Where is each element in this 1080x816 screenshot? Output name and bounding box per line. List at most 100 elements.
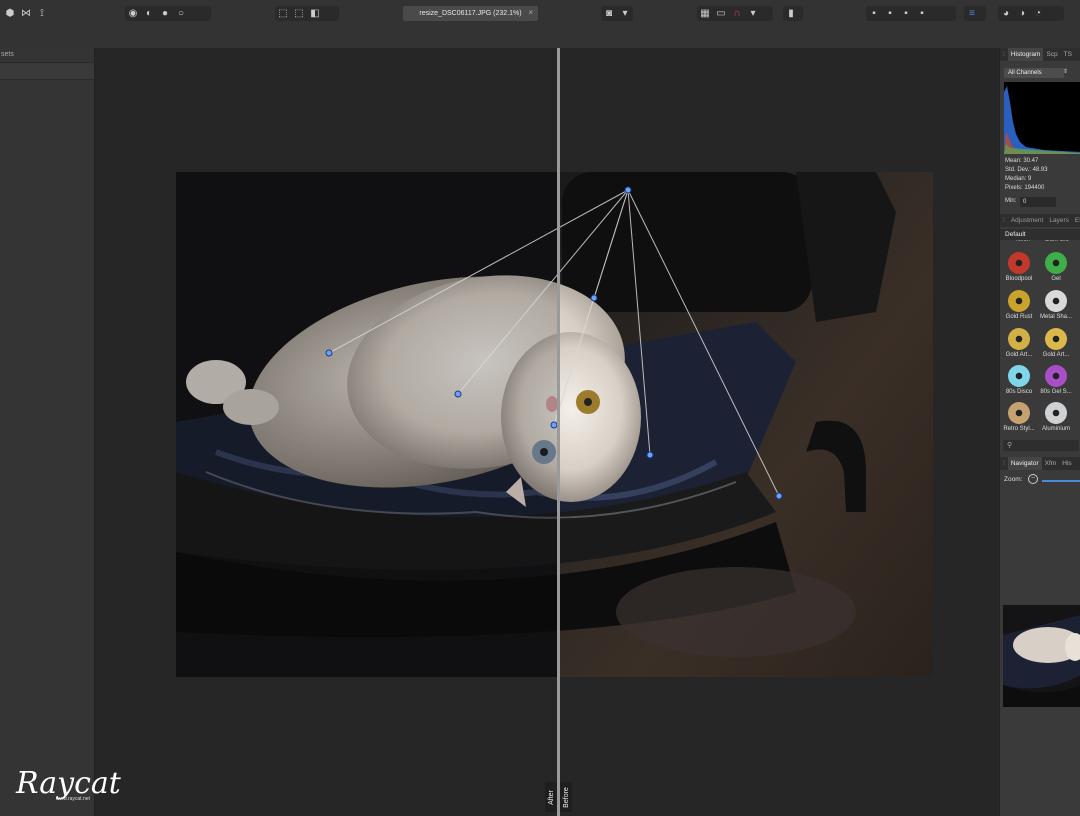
preset-gel[interactable]: Gel	[1038, 252, 1074, 282]
assistant-icon[interactable]: ▮	[783, 6, 799, 21]
persona-group: ⬢ ⋈ ⟟	[2, 6, 62, 21]
histogram-stats: Mean: 30.47 Std. Dev.: 48.93 Median: 9 P…	[1005, 157, 1048, 193]
arrange-backward-icon[interactable]: ▪	[898, 6, 914, 21]
close-icon[interactable]: ×	[528, 8, 533, 17]
preset-search-input[interactable]: ⚲	[1003, 440, 1079, 451]
watermark-url: www.raycat.net	[56, 796, 90, 802]
mask-group: ◙ ▾	[601, 6, 633, 21]
contrast-icon[interactable]: ◐	[141, 6, 157, 21]
preset-bloodpool[interactable]: Bloodpool	[1001, 252, 1037, 282]
zoom-label: Zoom:	[1004, 476, 1023, 483]
zoom-out-icon[interactable]: −	[1028, 474, 1038, 484]
arrange-group: ▪ ▪ ▪ ▪	[866, 6, 956, 21]
preset-gold-art-2[interactable]: Gold Art...	[1038, 328, 1074, 358]
preset-cutoff-neon: Neon	[1015, 240, 1031, 243]
context-toolbar	[0, 28, 1080, 48]
white-balance-icon[interactable]: ○	[173, 6, 189, 21]
align-icon[interactable]: ≡	[964, 6, 980, 21]
preset-80s-disco[interactable]: 80s Disco	[1001, 365, 1037, 395]
tab-ts[interactable]: TS	[1061, 51, 1075, 58]
marquee-icon[interactable]: ⬚	[275, 6, 291, 21]
top-toolbar: ⬢ ⋈ ⟟ ◉ ◐ ● ○ ⬚ ⬚ ◧ resize_DSC06117.JPG …	[0, 0, 1080, 28]
preset-gold-art-1[interactable]: Gold Art...	[1001, 328, 1037, 358]
selection-group: ⬚ ⬚ ◧	[275, 6, 339, 21]
histogram-graph	[1004, 82, 1080, 154]
presets-tab[interactable]: sets	[0, 48, 95, 63]
after-label: After	[545, 782, 557, 812]
document-title: resize_DSC06117.JPG (232.1%)	[419, 10, 522, 17]
photo-canvas[interactable]	[176, 172, 933, 677]
preset-retro-style[interactable]: Retro Styl...	[1001, 402, 1037, 432]
tab-navigator[interactable]: Navigator	[1007, 457, 1042, 470]
gear-icon	[1008, 252, 1030, 274]
gear-icon	[1008, 328, 1030, 350]
tab-adjustment[interactable]: Adjustment	[1008, 217, 1047, 224]
liquify-persona-icon[interactable]: ⋈	[18, 6, 34, 21]
preset-cutoff-dark-glow: Dark Glo	[1045, 240, 1069, 243]
arrange-forward-icon[interactable]: ▪	[882, 6, 898, 21]
hsl-icon[interactable]: ●	[157, 6, 173, 21]
min-label: Min:	[1005, 198, 1017, 204]
stack-icon[interactable]: ◑	[1014, 6, 1030, 21]
snapping-icon[interactable]: ∩	[729, 6, 745, 21]
document-tab[interactable]: resize_DSC06117.JPG (232.1%) ×	[403, 6, 538, 21]
preset-80s-gel[interactable]: 80s Gel S...	[1038, 365, 1074, 395]
tab-transform[interactable]: Xfm	[1042, 460, 1060, 467]
navigator-thumbnail[interactable]	[1003, 605, 1080, 707]
adjustment-tabs: ⁞ Adjustment Layers Ef	[1000, 214, 1080, 227]
stat-median: Median: 9	[1005, 176, 1032, 182]
preset-aluminium[interactable]: Aluminium	[1038, 402, 1074, 432]
gear-icon	[1045, 252, 1067, 274]
before-label: Before	[560, 782, 572, 812]
presets-toolbar	[0, 63, 94, 80]
tab-effects[interactable]: Ef	[1072, 217, 1080, 224]
gear-icon	[1045, 402, 1067, 424]
chevron-down-icon[interactable]: ▾	[745, 6, 761, 21]
align-group: ≡	[964, 6, 986, 21]
levels-icon[interactable]: ◉	[125, 6, 141, 21]
chevron-down-icon[interactable]: ▾	[617, 6, 633, 21]
right-panel: ⁞ Histogram Scp TS All Channels ⇕ Mean: …	[999, 48, 1080, 816]
tab-histogram[interactable]: Histogram	[1007, 48, 1044, 61]
arrange-front-icon[interactable]: ▪	[866, 6, 882, 21]
share-icon[interactable]: ⟟	[34, 6, 50, 21]
gear-icon	[1008, 402, 1030, 424]
split-divider[interactable]	[557, 48, 560, 816]
view-group: ▦ ▭ ∩ ▾	[697, 6, 773, 21]
pie-icon[interactable]: ◔	[1030, 6, 1046, 21]
left-panel: sets	[0, 48, 95, 816]
split-view-icon[interactable]: ▭	[713, 6, 729, 21]
histogram-tabs: ⁞ Histogram Scp TS	[1000, 48, 1080, 61]
channel-select[interactable]: All Channels	[1004, 68, 1064, 78]
stat-std-dev: Std. Dev.: 48.93	[1005, 167, 1048, 173]
stat-pixels: Pixels: 194400	[1005, 185, 1045, 191]
preset-gold-rust[interactable]: Gold Rust	[1001, 290, 1037, 320]
zoom-slider[interactable]	[1042, 480, 1080, 482]
invert-selection-icon[interactable]: ◧	[307, 6, 323, 21]
navigator-tabs: ⁞ Navigator Xfm His	[1000, 457, 1080, 470]
gear-icon	[1045, 290, 1067, 312]
photo-persona-icon[interactable]: ⬢	[2, 6, 18, 21]
stat-mean: Mean: 30.47	[1005, 158, 1039, 164]
thumbnail-image	[1003, 605, 1080, 707]
tab-history[interactable]: His	[1059, 460, 1074, 467]
grid-icon[interactable]: ▦	[697, 6, 713, 21]
assistant-group: ▮	[783, 6, 803, 21]
gear-icon	[1008, 365, 1030, 387]
deselect-icon[interactable]: ⬚	[291, 6, 307, 21]
chevron-updown-icon: ⇕	[1063, 69, 1069, 75]
preset-category-select[interactable]: Default	[1000, 229, 1080, 240]
search-icon: ⚲	[1007, 442, 1013, 449]
adjustment-quick-group: ◉ ◐ ● ○	[125, 6, 211, 21]
arrange-back-icon[interactable]: ▪	[914, 6, 930, 21]
gear-icon	[1045, 365, 1067, 387]
cat-photo	[176, 172, 933, 677]
quick-mask-icon[interactable]: ◙	[601, 6, 617, 21]
chat-bubble-icon[interactable]: ◕	[998, 6, 1014, 21]
preset-metal-shade[interactable]: Metal Sha...	[1038, 290, 1074, 320]
tab-layers[interactable]: Layers	[1046, 217, 1072, 224]
gear-icon	[1045, 328, 1067, 350]
tab-scope[interactable]: Scp	[1043, 51, 1060, 58]
studio-group: ◕ ◑ ◔	[998, 6, 1064, 21]
min-input[interactable]: 0	[1020, 197, 1056, 207]
